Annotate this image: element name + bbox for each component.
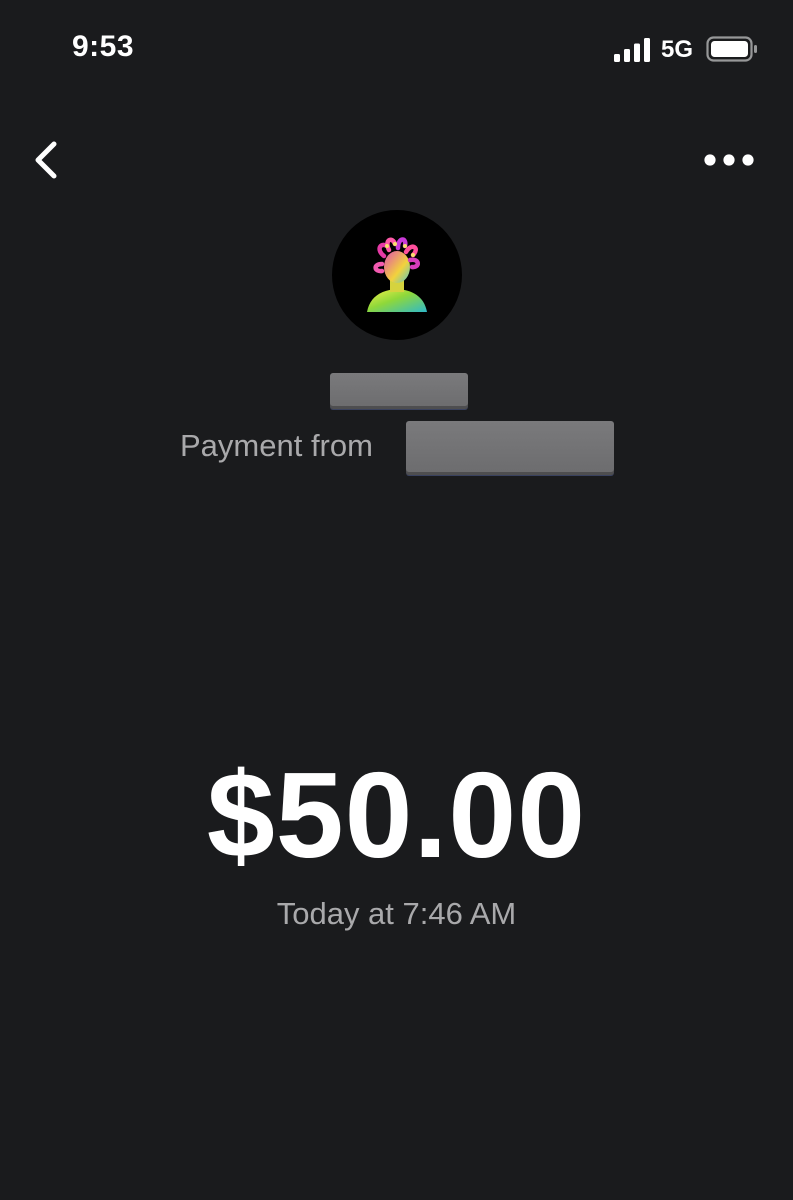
status-bar: 9:53 5G — [0, 0, 793, 100]
ellipsis-horizontal-icon — [704, 154, 754, 166]
battery-icon — [706, 36, 757, 62]
payment-date: Today at 7:46 AM — [276, 896, 517, 931]
redacted-sender-name — [406, 421, 614, 475]
payment-from-label: Payment from — [180, 428, 373, 463]
medusa-bust-avatar — [367, 237, 427, 312]
network-type: 5G — [661, 36, 694, 63]
more-options-button[interactable] — [698, 140, 760, 180]
payment-amount: $50.00 — [206, 747, 587, 883]
back-button[interactable] — [26, 138, 70, 182]
chevron-left-icon — [35, 141, 57, 179]
status-time: 9:53 — [72, 30, 135, 63]
sender-avatar[interactable] — [332, 210, 462, 340]
redacted-name — [330, 373, 468, 409]
cellular-signal-icon — [614, 38, 650, 62]
